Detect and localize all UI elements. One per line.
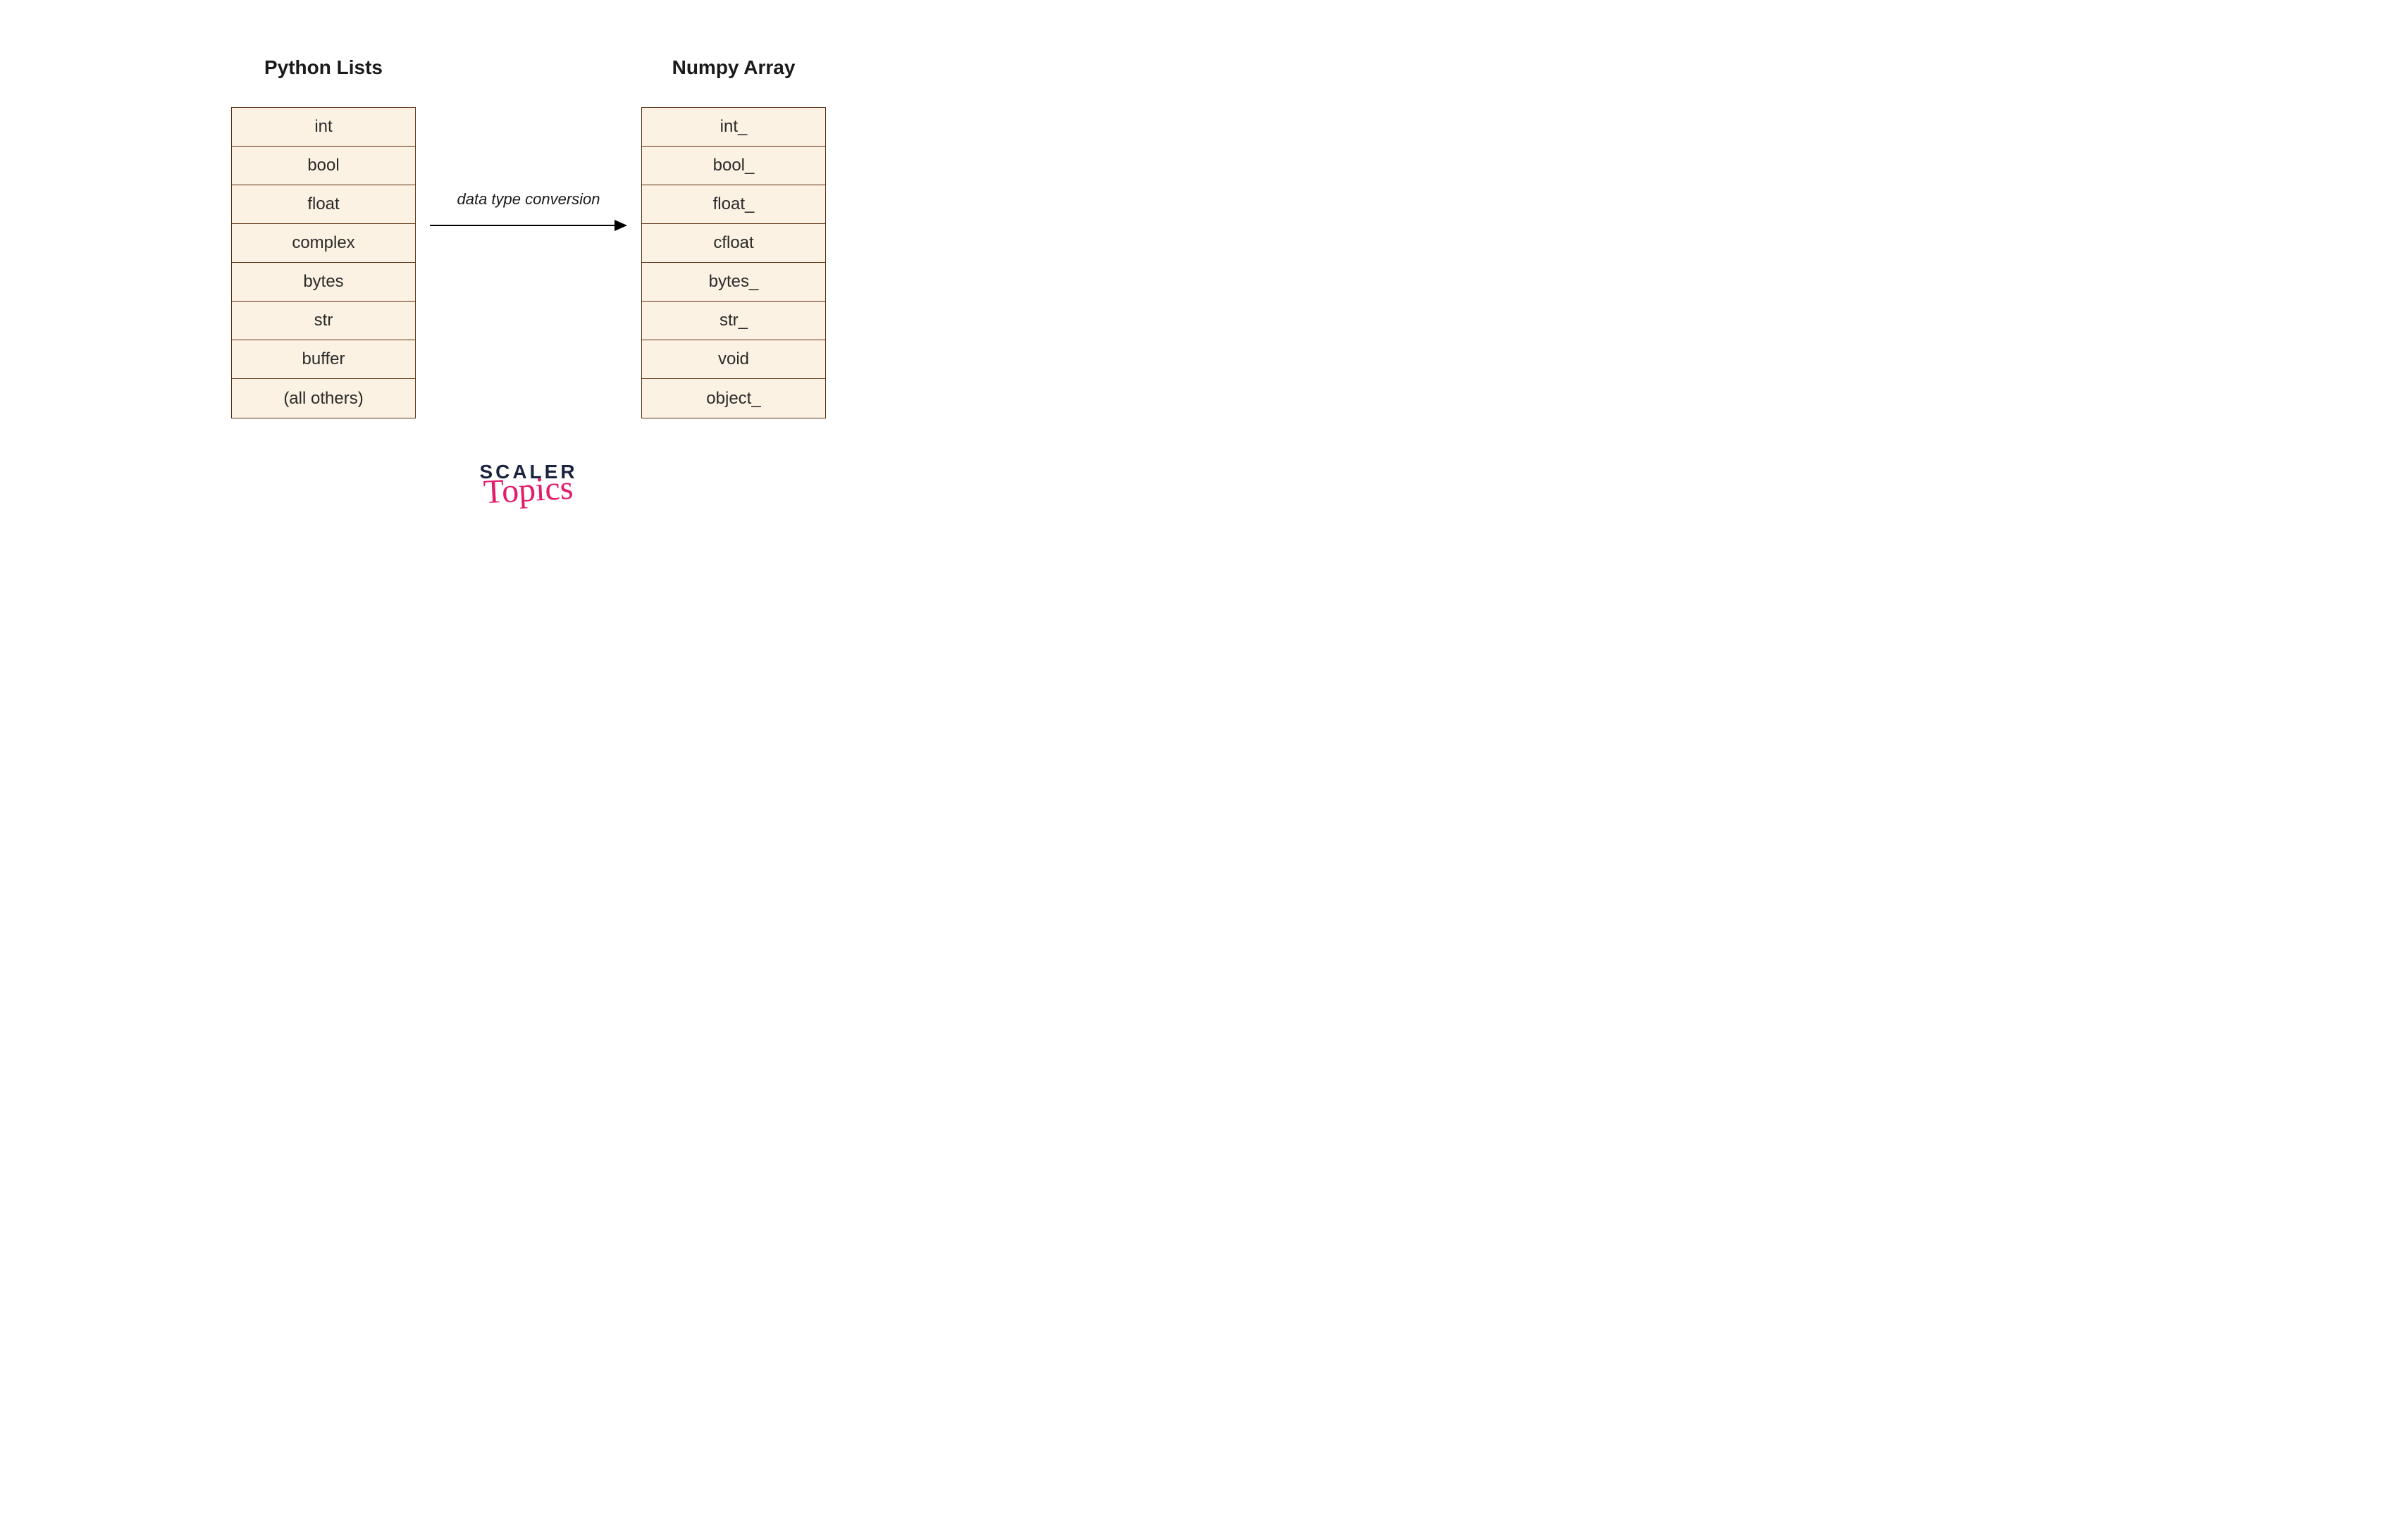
type-cell: (all others) bbox=[232, 379, 415, 418]
type-cell: bool_ bbox=[642, 147, 825, 185]
right-column: Numpy Array int_ bool_ float_ cfloat byt… bbox=[641, 56, 826, 418]
arrow-section: data type conversion bbox=[416, 56, 641, 234]
diagram-container: Python Lists int bool float complex byte… bbox=[0, 56, 1057, 418]
type-cell: bytes bbox=[232, 263, 415, 302]
type-cell: buffer bbox=[232, 340, 415, 379]
arrow-icon bbox=[430, 217, 627, 234]
type-cell: bool bbox=[232, 147, 415, 185]
numpy-types-list: int_ bool_ float_ cfloat bytes_ str_ voi… bbox=[641, 107, 826, 418]
type-cell: bytes_ bbox=[642, 263, 825, 302]
type-cell: void bbox=[642, 340, 825, 379]
type-cell: float bbox=[232, 185, 415, 224]
right-column-title: Numpy Array bbox=[672, 56, 796, 79]
type-cell: float_ bbox=[642, 185, 825, 224]
left-column-title: Python Lists bbox=[264, 56, 383, 79]
type-cell: str_ bbox=[642, 302, 825, 340]
python-types-list: int bool float complex bytes str buffer … bbox=[231, 107, 416, 418]
type-cell: int_ bbox=[642, 108, 825, 147]
type-cell: object_ bbox=[642, 379, 825, 418]
arrow-label: data type conversion bbox=[457, 190, 600, 209]
type-cell: cfloat bbox=[642, 224, 825, 263]
logo: SCALER Topics bbox=[479, 461, 577, 509]
left-column: Python Lists int bool float complex byte… bbox=[231, 56, 416, 418]
logo-topics-text: Topics bbox=[483, 468, 574, 512]
type-cell: int bbox=[232, 108, 415, 147]
type-cell: complex bbox=[232, 224, 415, 263]
type-cell: str bbox=[232, 302, 415, 340]
